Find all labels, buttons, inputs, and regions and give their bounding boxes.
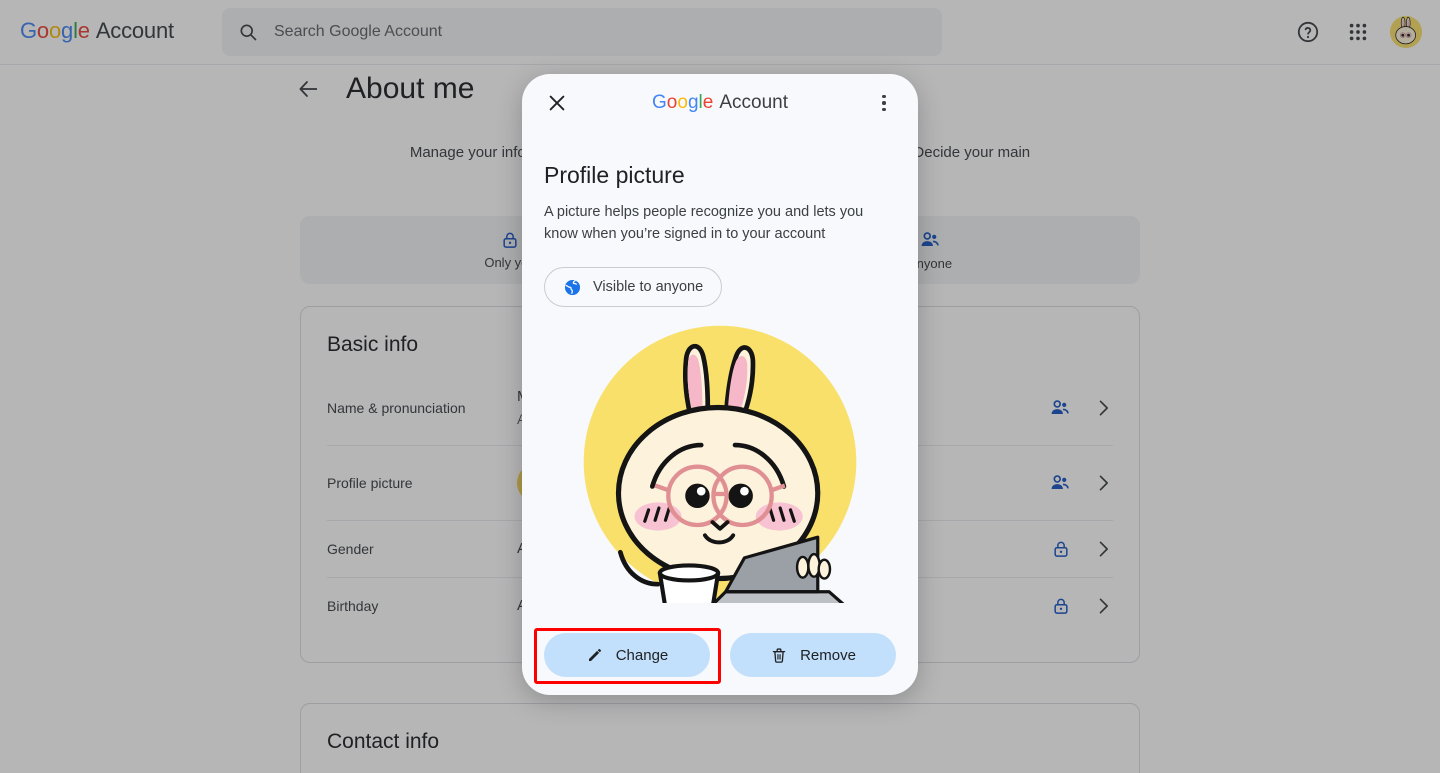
remove-button[interactable]: Remove: [730, 633, 896, 677]
pencil-icon: [588, 649, 601, 661]
visibility-chip[interactable]: Visible to anyone: [544, 267, 723, 307]
profile-picture-preview: [579, 321, 861, 603]
dialog-actions: Change Remove: [522, 633, 918, 677]
profile-picture-dialog: Google Account Profile picture A picture …: [522, 74, 918, 695]
bunny-avatar-large: [583, 325, 857, 603]
dialog-title: Profile picture: [544, 162, 685, 188]
dialog-brand-suffix: Account: [719, 92, 788, 113]
dialog-description: A picture helps people recognize you and…: [544, 204, 864, 242]
remove-button-label: Remove: [800, 646, 856, 664]
dialog-header: Google Account: [522, 74, 918, 132]
trash-icon: [772, 648, 786, 663]
close-icon[interactable]: [544, 90, 570, 116]
globe-icon: [564, 279, 581, 295]
visibility-chip-label: Visible to anyone: [593, 279, 704, 295]
screen: Google Account Search Google Account Abo…: [0, 0, 1440, 773]
more-vertical-icon[interactable]: [872, 91, 896, 115]
change-button-label: Change: [615, 646, 669, 664]
change-button[interactable]: Change: [544, 633, 710, 677]
dialog-brand: Google Account: [652, 92, 788, 113]
